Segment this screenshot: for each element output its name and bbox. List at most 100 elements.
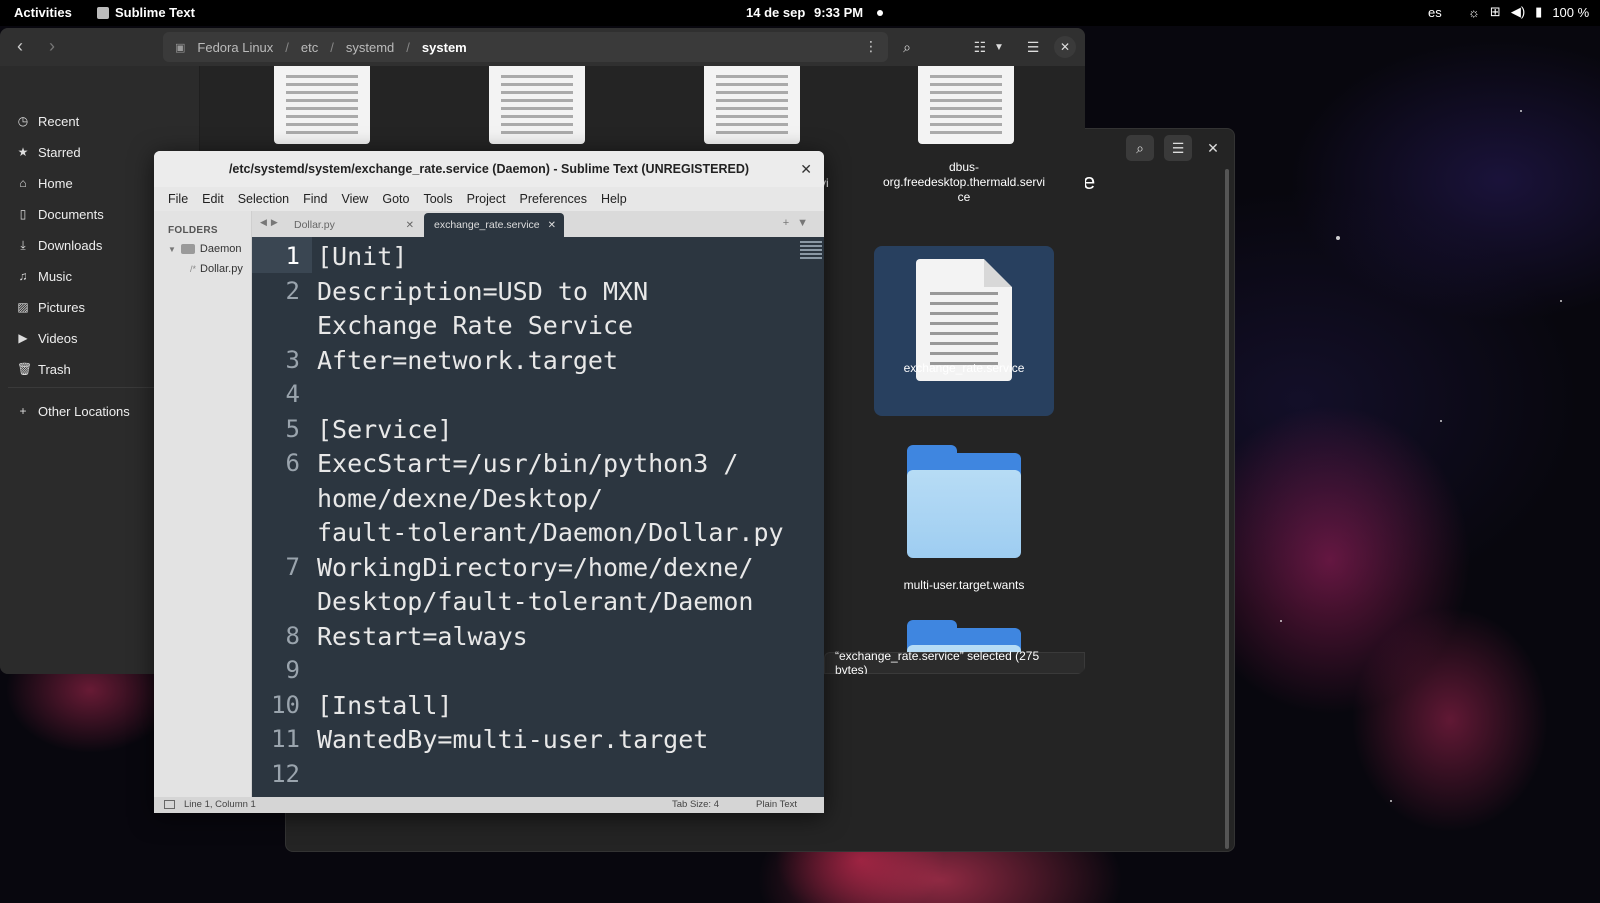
code-line[interactable]: 11 WantedBy=multi-user.target [252,722,824,757]
breadcrumb-item[interactable]: etc [301,40,318,55]
sidebar-item-music[interactable]: ♫ Music [17,266,72,286]
tab-dollar-py[interactable]: Dollar.py ✕ [284,213,422,237]
line-text: fault-tolerant/Daemon/Dollar.py [317,518,784,547]
bg-menu-icon[interactable]: ☰ [1164,135,1192,161]
code-line[interactable]: 6 ExecStart=/usr/bin/python3 / [252,446,824,481]
tab-close-icon[interactable]: ✕ [406,220,414,231]
clock-date[interactable]: 14 de sep [746,5,805,20]
file-icon[interactable] [274,66,370,144]
view-options-chevron-icon[interactable]: ▼ [990,34,1008,60]
sidebar-item-videos[interactable]: ▶ Videos [17,328,77,348]
new-tab-icon[interactable]: +▼ [783,217,816,229]
syntax-mode[interactable]: Plain Text [756,799,797,810]
sidebar-item-recent[interactable]: ◷ Recent [17,111,79,131]
tab-nav-arrows-icon[interactable]: ◀▶ [260,217,282,228]
line-number: 4 [285,380,300,408]
menu-file[interactable]: File [161,192,195,206]
hamburger-menu-icon[interactable]: ☰ [1019,34,1047,60]
tab-exchange-rate-service[interactable]: exchange_rate.service ✕ [424,213,564,237]
breadcrumb-item[interactable]: Fedora Linux [197,40,273,55]
code-line[interactable]: 8 Restart=always [252,619,824,654]
code-line[interactable]: 3 After=network.target [252,343,824,378]
code-line[interactable]: 10 [Install] [252,688,824,723]
line-text: WorkingDirectory=/home/dexne/ [317,552,754,582]
app-menu[interactable]: Sublime Text [97,5,195,20]
sidebar-item-starred[interactable]: ★ Starred [17,142,81,162]
sidebar-item-pictures[interactable]: ▨ Pictures [17,297,85,317]
path-menu-icon[interactable]: ⋮ [864,38,878,55]
system-menu[interactable]: ☼ ⊞ ◀) ▮ 100 % [1468,4,1589,20]
bg-close-icon[interactable]: ✕ [1202,137,1224,159]
line-number: 3 [285,345,300,374]
line-number: 10 [271,690,300,719]
tab-label: Dollar.py [294,219,335,231]
wallpaper-star [1280,620,1282,622]
code-line[interactable]: 4 [252,377,824,412]
code-line[interactable]: 12 [252,757,824,792]
sidebar-item-documents[interactable]: ▯ Documents [17,204,104,224]
code-line[interactable]: 7 WorkingDirectory=/home/dexne/ [252,550,824,585]
menu-preferences[interactable]: Preferences [513,192,594,206]
drive-icon: ▣ [175,41,186,54]
menu-selection[interactable]: Selection [231,192,296,206]
menu-goto[interactable]: Goto [375,192,416,206]
close-icon[interactable]: ✕ [1054,36,1076,58]
menu-tools[interactable]: Tools [416,192,459,206]
file-label-dbus[interactable]: dbus- org.freedesktop.thermald.servi ce [874,160,1054,205]
line-number: 9 [285,656,300,684]
activities-button[interactable]: Activities [14,5,72,20]
panel-toggle-icon[interactable] [164,800,175,809]
sidebar-item-trash[interactable]: 🗑 Trash [17,359,71,379]
code-line[interactable]: home/dexne/Desktop/ [252,481,824,516]
search-icon[interactable]: ⌕ [893,34,921,60]
close-icon[interactable]: ✕ [800,151,812,187]
sidebar-item-home[interactable]: ⌂ Home [17,173,72,193]
code-line[interactable]: 1 [Unit] [252,239,824,274]
sidebar-item-label: Documents [38,206,104,222]
tree-folder-daemon[interactable]: ▼ Daemon [168,243,242,255]
file-icon[interactable] [489,66,585,144]
code-line[interactable]: 5 [Service] [252,412,824,447]
menu-help[interactable]: Help [594,192,634,206]
tab-close-icon[interactable]: ✕ [548,220,556,231]
line-text: ExecStart=/usr/bin/python3 / [317,449,739,478]
folder-icon[interactable] [907,445,1021,558]
sidebar-item-downloads[interactable]: ⤓ Downloads [17,235,102,255]
file-icon[interactable] [918,66,1014,144]
menu-project[interactable]: Project [460,192,513,206]
code-editor[interactable]: 1 [Unit] 2 Description=USD to MXN Exchange R… [252,237,824,797]
bg-search-icon[interactable]: ⌕ [1126,135,1154,161]
file-icon[interactable] [704,66,800,144]
code-line[interactable]: Desktop/fault-tolerant/Daemon [252,584,824,619]
code-line[interactable]: Exchange Rate Service [252,308,824,343]
code-line[interactable]: 9 [252,653,824,688]
line-number: 11 [271,725,300,753]
line-text: [Unit] [317,242,408,271]
code-line[interactable]: fault-tolerant/Daemon/Dollar.py [252,515,824,550]
keyboard-layout-indicator[interactable]: es [1428,5,1442,20]
tab-size[interactable]: Tab Size: 4 [672,799,719,810]
line-number: 8 [285,621,300,650]
breadcrumb-separator: / [285,39,289,55]
network-icon: ⊞ [1489,4,1501,19]
folder-label-multi-user[interactable]: multi-user.target.wants [874,578,1054,593]
line-text: [Install] [317,690,453,720]
status-bar: Line 1, Column 1 Tab Size: 4 Plain Text [154,797,824,813]
code-line[interactable]: 2 Description=USD to MXN [252,274,824,309]
bg-scrollbar[interactable] [1225,169,1229,849]
sidebar-item-other-locations[interactable]: + Other Locations [17,401,129,421]
video-icon: ▶ [18,331,28,345]
clock-time[interactable]: 9:33 PM [814,5,863,20]
breadcrumb-item[interactable]: systemd [346,40,394,55]
forward-arrow-icon[interactable]: › [42,36,62,57]
tree-file-dollar[interactable]: /* Dollar.py [190,263,243,275]
menu-find[interactable]: Find [296,192,334,206]
sublime-text-window[interactable]: /etc/systemd/system/exchange_rate.servic… [154,151,824,813]
breadcrumb-current[interactable]: system [422,40,467,55]
menu-view[interactable]: View [334,192,375,206]
back-arrow-icon[interactable]: ‹ [10,36,30,57]
menu-edit[interactable]: Edit [195,192,231,206]
path-bar[interactable]: ▣ Fedora Linux / etc / systemd / system … [163,32,888,62]
disclosure-triangle-icon[interactable]: ▼ [168,245,176,254]
music-icon: ♫ [18,269,28,283]
